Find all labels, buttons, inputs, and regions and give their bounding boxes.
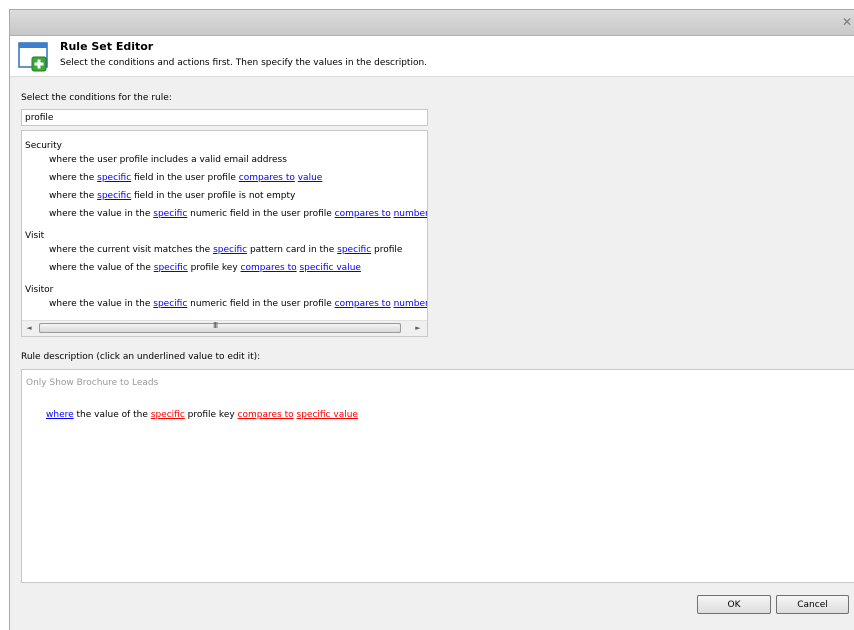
condition-parameter-link[interactable]: specific [154,263,188,273]
condition-parameter-link[interactable]: value [298,173,323,183]
condition-parameter-link[interactable]: specific value [299,263,360,273]
condition-parameter-link[interactable]: specific [213,245,247,255]
scrollbar-thumb[interactable]: III [39,321,401,333]
description-label: Rule description (click an underlined va… [21,352,261,362]
condition-text: field in the user profile [131,173,239,183]
condition-group-title: Visitor [25,285,54,295]
rule-parameter-link[interactable]: specific [151,410,185,420]
conditions-list: Security where the user profile includes … [21,130,428,337]
condition-text: field in the user profile is not empty [131,191,296,201]
condition-parameter-link[interactable]: compares to [239,173,295,183]
condition-item[interactable]: where the user profile includes a valid … [49,155,287,165]
condition-parameter-link[interactable]: specific [97,191,131,201]
dialog-header: Rule Set Editor Select the conditions an… [10,36,854,77]
rule-name[interactable]: Only Show Brochure to Leads [26,378,158,388]
condition-group-title: Visit [25,231,45,241]
condition-item[interactable]: where the value in the specific numeric … [49,299,427,309]
close-icon[interactable]: ✕ [842,14,854,30]
rule-description-box: Only Show Brochure to Leads where the va… [21,369,854,583]
condition-text: where the current visit matches the [49,245,214,255]
dialog-title: Rule Set Editor [60,40,154,53]
condition-text: numeric field in the user profile [187,209,335,219]
condition-parameter-link[interactable]: specific [337,245,371,255]
dialog-titlebar: ✕ [10,10,854,36]
rule-description-text: where the value of the specific profile … [46,410,358,420]
condition-item[interactable]: where the specific field in the user pro… [49,173,322,183]
scroll-right-icon[interactable]: ► [412,323,424,334]
condition-parameter-link[interactable]: number [394,209,427,219]
conditions-horizontal-scrollbar[interactable]: ◄ III ► [22,320,427,336]
condition-item[interactable]: where the value in the specific numeric … [49,209,427,219]
dialog-subtitle: Select the conditions and actions first.… [60,58,428,68]
condition-parameter-link[interactable]: compares to [335,299,391,309]
rule-keyword-link[interactable]: where [46,410,74,420]
condition-parameter-link[interactable]: specific [97,173,131,183]
conditions-label: Select the conditions for the rule: [21,93,172,103]
rule-text: the value of the [73,410,151,420]
cancel-button[interactable]: Cancel [776,595,849,614]
condition-text: profile [371,245,403,255]
condition-item[interactable]: where the current visit matches the spec… [49,245,402,255]
condition-parameter-link[interactable]: specific [153,299,187,309]
condition-text: where the [49,191,98,201]
condition-parameter-link[interactable]: compares to [241,263,297,273]
condition-parameter-link[interactable]: specific [153,209,187,219]
conditions-search-input[interactable] [21,109,428,126]
ok-button[interactable]: OK [697,595,771,614]
condition-text: profile key [187,263,241,273]
condition-text: where the [49,173,98,183]
condition-text: where the value of the [49,263,154,273]
condition-parameter-link[interactable]: compares to [335,209,391,219]
rule-set-editor-dialog: ✕ Rule Set Editor Select the conditions … [9,9,854,630]
condition-parameter-link[interactable]: number [394,299,427,309]
rule-parameter-link[interactable]: compares to [238,410,294,420]
scroll-left-icon[interactable]: ◄ [23,323,35,334]
rule-text: profile key [184,410,238,420]
scrollbar-grip-icon: III [213,321,218,330]
condition-text: pattern card in the [247,245,338,255]
rule-editor-icon [18,41,50,73]
condition-item[interactable]: where the value of the specific profile … [49,263,361,273]
condition-text: where the value in the [49,209,154,219]
condition-text: numeric field in the user profile [187,299,335,309]
rule-parameter-link[interactable]: specific value [297,410,358,420]
condition-group-title: Security [25,141,62,151]
condition-text: where the user profile includes a valid … [49,155,287,165]
conditions-content: Security where the user profile includes … [22,131,427,321]
condition-text: where the value in the [49,299,154,309]
condition-item[interactable]: where the specific field in the user pro… [49,191,295,201]
